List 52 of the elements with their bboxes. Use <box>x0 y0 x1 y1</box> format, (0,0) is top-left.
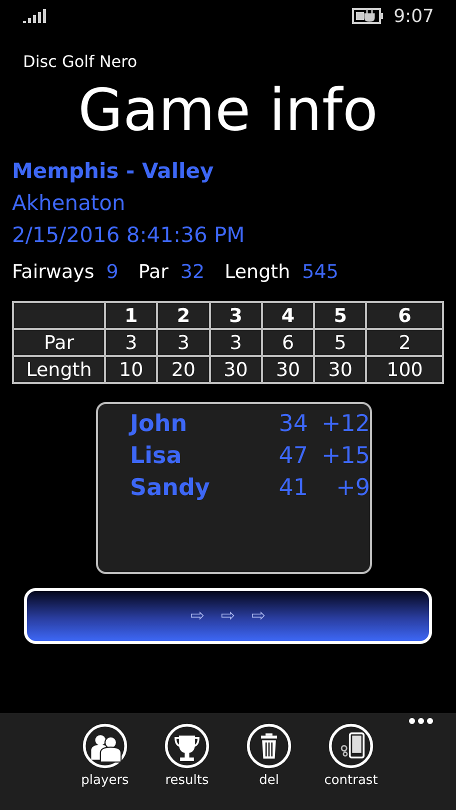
summary-value: 9 <box>106 261 118 283</box>
battery-charging-icon <box>352 7 384 25</box>
table-cell: 3 <box>210 329 262 356</box>
player-score: 47 <box>278 443 308 469</box>
column-header: 6 <box>366 302 443 329</box>
appbar-button[interactable]: players <box>80 723 130 810</box>
player-score: 41 <box>278 475 308 501</box>
column-header: 4 <box>262 302 314 329</box>
table-cell: 3 <box>105 329 158 356</box>
column-header: 2 <box>157 302 210 329</box>
del-icon <box>246 723 292 769</box>
appbar-button[interactable]: results <box>162 723 212 810</box>
player-name: Sandy <box>130 475 211 501</box>
course-name: Memphis - Valley <box>12 158 215 185</box>
table-cell: 10 <box>105 356 158 383</box>
summary-label: Length <box>224 261 290 283</box>
table-cell: 100 <box>366 356 443 383</box>
clock-time: 9:07 <box>394 6 434 26</box>
row-header: Length <box>13 356 105 383</box>
app-title: Disc Golf Nero <box>23 52 138 71</box>
player-par-diff: +9 <box>335 475 370 501</box>
next-button[interactable]: ⇨ ⇨ ⇨ <box>24 588 432 644</box>
summary-label: Par <box>138 261 168 283</box>
layout-name: Akhenaton <box>12 190 126 217</box>
table-cell: 30 <box>262 356 314 383</box>
player-par-diff: +15 <box>320 443 370 469</box>
contrast-icon <box>328 723 374 769</box>
player-name: John <box>130 411 188 437</box>
table-cell: 3 <box>157 329 210 356</box>
appbar-button[interactable]: del <box>244 723 294 810</box>
table-cell: 30 <box>210 356 262 383</box>
column-header: 5 <box>314 302 366 329</box>
table-cell: 5 <box>314 329 366 356</box>
player-par-diff: +12 <box>320 411 370 437</box>
table-cell: 20 <box>157 356 210 383</box>
column-header: 1 <box>105 302 158 329</box>
game-date: 2/15/2016 8:41:36 PM <box>12 222 246 249</box>
player-name: Lisa <box>130 443 183 469</box>
more-icon[interactable] <box>408 717 434 725</box>
table-cell: 6 <box>262 329 314 356</box>
table-cell: 30 <box>314 356 366 383</box>
row-header: Par <box>13 329 105 356</box>
players-icon <box>82 723 128 769</box>
player-score: 34 <box>278 411 308 437</box>
summary-value: 32 <box>180 261 205 283</box>
table-cell: 2 <box>366 329 443 356</box>
column-header: 3 <box>210 302 262 329</box>
results-icon <box>164 723 210 769</box>
summary-value: 545 <box>302 261 338 283</box>
summary-label: Fairways <box>12 261 94 283</box>
appbar-button[interactable]: contrast <box>326 723 376 810</box>
page-title: Game info <box>77 75 379 145</box>
